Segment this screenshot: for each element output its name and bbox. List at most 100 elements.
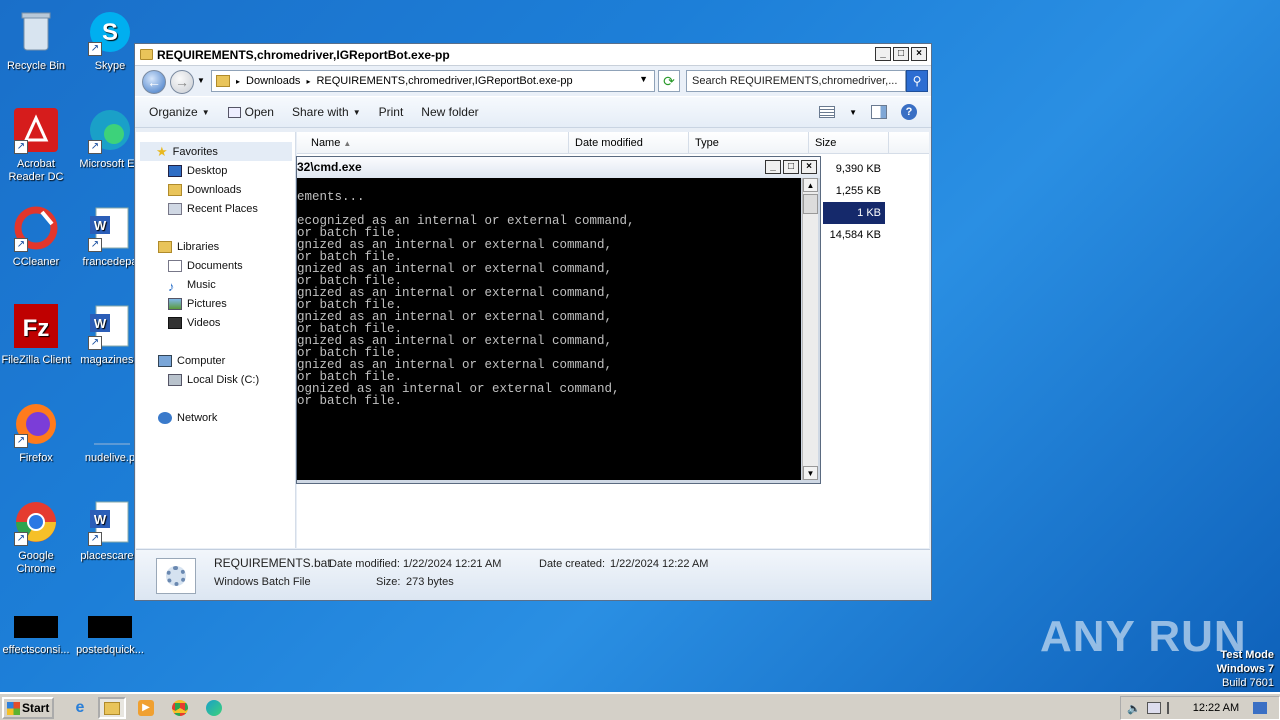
search-icon[interactable]: ⚲	[906, 70, 928, 92]
breadcrumb-downloads[interactable]: Downloads	[246, 75, 300, 87]
organize-button[interactable]: Organize ▼	[149, 105, 210, 119]
recycle-bin-icon	[12, 8, 60, 56]
nav-videos[interactable]: Videos	[168, 313, 220, 332]
filezilla-icon: Fz	[12, 302, 60, 350]
breadcrumb-current[interactable]: REQUIREMENTS,chromedriver,IGReportBot.ex…	[316, 75, 572, 87]
action-center-icon[interactable]	[1166, 702, 1179, 714]
nav-recent-places[interactable]: Recent Places	[168, 199, 258, 218]
nav-favorites[interactable]: ★ Favorites	[140, 142, 292, 161]
back-button[interactable]: ←	[142, 70, 166, 94]
views-icon[interactable]	[819, 106, 836, 118]
desktop-icon-chrome[interactable]: ↗ Google Chrome	[0, 498, 72, 576]
breadcrumb-separator-icon: ▸	[306, 76, 311, 86]
views-dropdown-icon[interactable]: ▼	[849, 108, 857, 117]
start-button[interactable]: Start	[2, 697, 54, 719]
scroll-down-icon[interactable]: ▼	[803, 466, 818, 480]
cmd-titlebar[interactable]: 32\cmd.exe _ □ ×	[297, 157, 820, 178]
desktop-icon-filezilla[interactable]: Fz FileZilla Client	[0, 302, 72, 367]
nav-libraries[interactable]: Libraries	[158, 237, 219, 256]
nav-computer[interactable]: Computer	[158, 351, 225, 370]
console-output[interactable]: ements... ecognized as an internal or ex…	[297, 178, 801, 480]
cmd-minimize-button[interactable]: _	[765, 160, 781, 174]
new-folder-label: New folder	[421, 105, 479, 119]
desktop-icon-label: effectsconsi...	[2, 644, 70, 656]
desktop-icon-recycle-bin[interactable]: Recycle Bin	[0, 8, 72, 73]
gear-icon	[166, 566, 186, 586]
nav-music[interactable]: ♪ Music	[168, 275, 216, 294]
desktop-icon-acrobat[interactable]: ↗ Acrobat Reader DC	[0, 106, 72, 184]
nav-pictures[interactable]: Pictures	[168, 294, 227, 313]
share-with-label: Share with	[291, 105, 349, 119]
svg-text:W: W	[94, 316, 107, 331]
column-size-header[interactable]: Size	[809, 132, 889, 154]
details-date-modified-label: Date modified:	[329, 558, 400, 570]
desktop-icon-firefox[interactable]: ↗ Firefox	[0, 400, 72, 465]
file-size-cell[interactable]: 9,390 KB	[823, 158, 885, 180]
close-button[interactable]: ×	[911, 47, 927, 61]
file-size-cell[interactable]: 1,255 KB	[823, 180, 885, 202]
black-file-icon	[12, 616, 60, 640]
network-tray-icon[interactable]	[1146, 702, 1161, 714]
test-mode-label: Test Mode Windows 7 Build 7601	[1217, 648, 1274, 690]
nav-local-disk[interactable]: Local Disk (C:)	[168, 370, 259, 389]
nav-network[interactable]: Network	[158, 408, 217, 427]
taskbar-chrome[interactable]	[166, 697, 194, 719]
svg-text:Fz: Fz	[23, 315, 50, 342]
new-folder-button[interactable]: New folder	[421, 105, 478, 119]
cmd-close-button[interactable]: ×	[801, 160, 817, 174]
print-button[interactable]: Print	[379, 105, 404, 119]
taskbar-edge[interactable]	[200, 697, 228, 719]
edge-icon	[206, 700, 222, 716]
start-label: Start	[22, 701, 50, 715]
taskbar-media-player[interactable]: ▶	[132, 697, 160, 719]
share-with-button[interactable]: Share with ▼	[292, 105, 361, 119]
file-size-cell-selected[interactable]: 1 KB	[823, 202, 885, 224]
maximize-button[interactable]: □	[893, 47, 909, 61]
caret-down-icon: ▼	[352, 107, 361, 117]
explorer-titlebar[interactable]: REQUIREMENTS,chromedriver,IGReportBot.ex…	[135, 44, 931, 66]
column-date-modified-header[interactable]: Date modified	[569, 132, 689, 154]
open-button[interactable]: Open	[227, 105, 274, 119]
cmd-window[interactable]: 32\cmd.exe _ □ × ements... ecognized as …	[296, 156, 821, 484]
minimize-button[interactable]: _	[875, 47, 891, 61]
forward-button[interactable]: →	[170, 70, 194, 94]
desktop-icon-label: Recycle Bin	[6, 60, 66, 72]
taskbar-explorer[interactable]	[98, 697, 126, 719]
desktop-icon-ccleaner[interactable]: ↗ CCleaner	[0, 204, 72, 269]
column-name-header[interactable]: Name ▲	[297, 132, 569, 154]
column-type-header[interactable]: Type	[689, 132, 809, 154]
scroll-up-icon[interactable]: ▲	[803, 178, 818, 192]
cmd-maximize-button[interactable]: □	[783, 160, 799, 174]
scroll-thumb[interactable]	[803, 194, 818, 214]
nav-documents[interactable]: Documents	[168, 256, 243, 275]
address-dropdown-icon[interactable]: ▼	[639, 74, 648, 84]
documents-icon	[168, 259, 182, 272]
desktop-icon-label: nudelive.p	[84, 452, 136, 464]
shortcut-arrow-icon: ↗	[14, 238, 28, 252]
clock[interactable]: 12:22 AM	[1193, 702, 1239, 714]
desktop-icon-label: FileZilla Client	[1, 354, 71, 366]
chrome-icon: ↗	[12, 498, 60, 546]
search-input[interactable]: Search REQUIREMENTS,chromedriver,...	[686, 70, 906, 92]
folder-icon	[216, 75, 230, 87]
breadcrumb-separator-icon: ▸	[236, 76, 241, 86]
column-label: Date modified	[575, 137, 643, 149]
word-document-icon: W ↗	[86, 498, 134, 546]
recent-pages-dropdown[interactable]: ▼	[197, 76, 205, 85]
shortcut-arrow-icon: ↗	[14, 140, 28, 154]
refresh-button[interactable]: ⟳	[658, 70, 680, 92]
sort-ascending-icon: ▲	[343, 139, 352, 148]
file-size-cell[interactable]: 14,584 KB	[823, 224, 885, 246]
desktop-icon-postedquick[interactable]: postedquick...	[74, 616, 146, 657]
preview-pane-icon[interactable]	[871, 105, 887, 119]
volume-icon[interactable]: 🔈	[1127, 702, 1141, 715]
nav-downloads[interactable]: Downloads	[168, 180, 241, 199]
show-desktop-icon[interactable]	[1253, 702, 1268, 714]
console-scrollbar[interactable]: ▲ ▼	[802, 178, 818, 480]
help-icon[interactable]: ?	[901, 104, 917, 120]
address-bar[interactable]: ▸ Downloads ▸ REQUIREMENTS,chromedriver,…	[211, 70, 655, 92]
taskbar: Start e ▶ 🔈 12:22 AM	[0, 692, 1280, 720]
desktop-icon-effectsconsi[interactable]: effectsconsi...	[0, 616, 72, 657]
nav-desktop[interactable]: Desktop	[168, 161, 227, 180]
taskbar-ie[interactable]: e	[66, 697, 94, 719]
